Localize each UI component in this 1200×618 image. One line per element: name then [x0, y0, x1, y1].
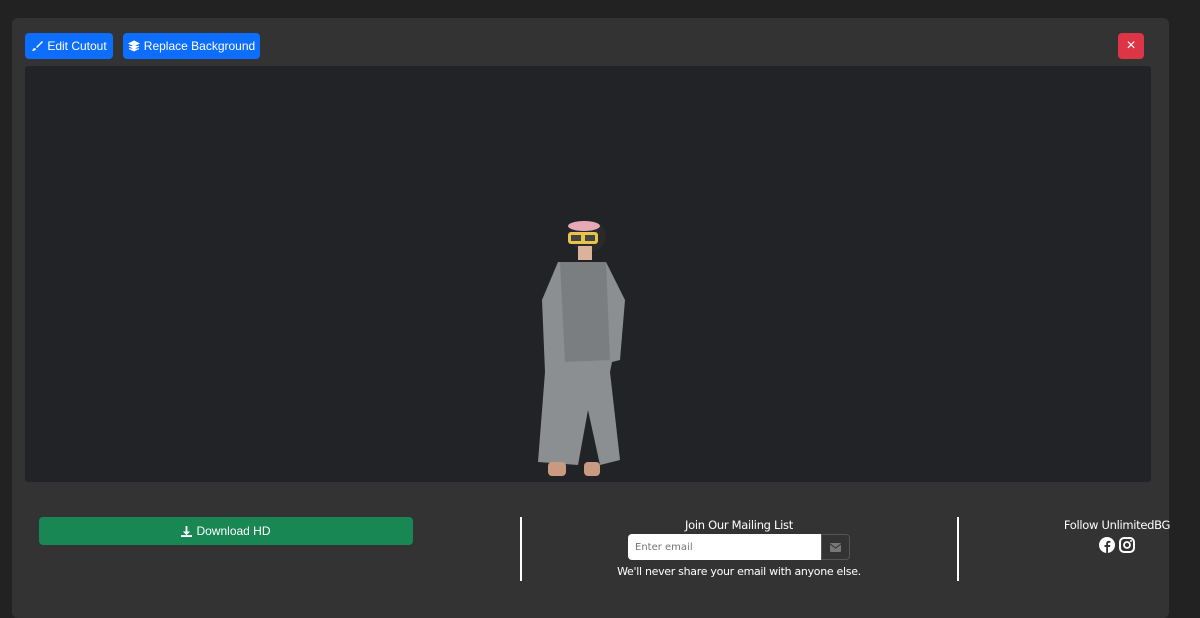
replace-background-label: Replace Background: [143, 39, 256, 53]
subscribe-button[interactable]: [821, 534, 850, 560]
email-input[interactable]: [628, 534, 821, 560]
privacy-note: We'll never share your email with anyone…: [617, 565, 861, 578]
brush-icon: [32, 41, 44, 51]
close-button[interactable]: ×: [1118, 33, 1144, 59]
cutout-image: [538, 220, 625, 476]
facebook-icon[interactable]: [1099, 537, 1115, 553]
image-preview: [25, 66, 1151, 482]
envelope-icon: [830, 542, 841, 552]
instagram-icon[interactable]: [1119, 537, 1135, 553]
edit-cutout-label: Edit Cutout: [47, 39, 107, 53]
layers-icon: [127, 40, 140, 52]
mailing-list-title: Join Our Mailing List: [685, 518, 793, 532]
download-hd-button[interactable]: Download HD: [39, 517, 413, 545]
divider: [520, 517, 522, 581]
edit-cutout-button[interactable]: Edit Cutout: [25, 33, 113, 59]
download-icon: [181, 525, 193, 537]
email-form: [628, 534, 850, 560]
divider: [957, 517, 959, 581]
download-label: Download HD: [196, 524, 271, 538]
follow-title: Follow UnlimitedBG: [1063, 518, 1171, 532]
replace-background-button[interactable]: Replace Background: [123, 33, 260, 59]
